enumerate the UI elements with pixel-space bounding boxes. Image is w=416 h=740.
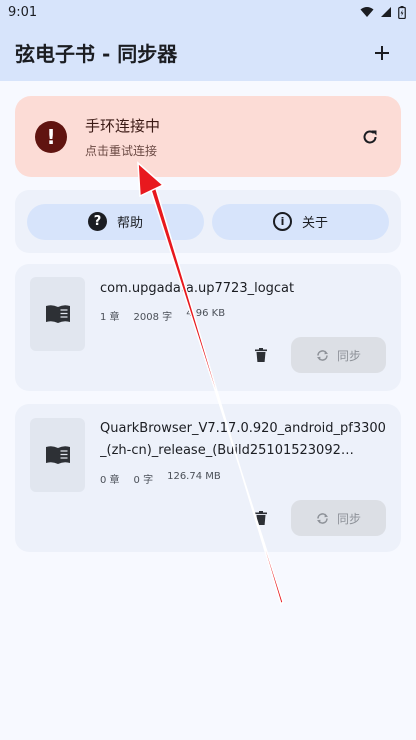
status-time: 9:01 <box>8 4 38 20</box>
delete-button[interactable] <box>250 507 272 529</box>
trash-icon <box>255 511 267 525</box>
book-title: QuarkBrowser_V7.17.0.920_android_pf3300_… <box>100 421 386 458</box>
book-meta: 0 章 0 字 126.74 MB <box>100 471 221 486</box>
book-thumbnail <box>30 277 85 351</box>
help-label: 帮助 <box>116 216 143 231</box>
sync-label: 同步 <box>336 511 361 526</box>
battery-icon <box>398 5 406 19</box>
sync-icon <box>316 349 328 361</box>
book-chapters: 0 章 <box>100 475 120 486</box>
delete-button[interactable] <box>250 344 272 366</box>
book-meta: 1 章 2008 字 4.96 KB <box>100 308 225 323</box>
trash-icon <box>255 348 267 362</box>
refresh-icon <box>363 130 377 143</box>
book-card[interactable]: com.upgadata.up7723_logcat 1 章 2008 字 4.… <box>15 264 401 391</box>
book-card[interactable]: QuarkBrowser_V7.17.0.920_android_pf3300_… <box>15 404 401 552</box>
sync-button[interactable]: 同步 <box>291 337 386 373</box>
book-chars: 2008 字 <box>133 312 173 323</box>
actions-panel: ? 帮助 i 关于 <box>15 190 401 253</box>
sync-button[interactable]: 同步 <box>291 500 386 536</box>
about-label: 关于 <box>301 216 328 231</box>
status-bar: 9:01 <box>0 0 416 24</box>
book-size: 4.96 KB <box>186 308 226 319</box>
add-button[interactable] <box>366 37 398 69</box>
status-icons <box>360 5 406 19</box>
wifi-icon <box>360 7 374 17</box>
plus-icon <box>375 45 389 60</box>
book-title: com.upgadata.up7723_logcat <box>100 281 295 296</box>
book-thumbnail <box>30 418 85 492</box>
book-size: 126.74 MB <box>167 471 221 482</box>
sync-icon <box>316 512 328 524</box>
alert-subtitle: 点击重试连接 <box>85 143 158 158</box>
book-icon <box>45 305 70 323</box>
help-button[interactable]: ? 帮助 <box>27 203 204 240</box>
signal-icon <box>381 7 391 17</box>
alert-title: 手环连接中 <box>85 116 161 135</box>
info-icon: i <box>272 212 292 231</box>
sync-label: 同步 <box>336 348 361 363</box>
error-icon: ! <box>35 120 67 153</box>
refresh-button[interactable] <box>355 122 385 152</box>
alert-texts: 手环连接中 点击重试连接 <box>85 115 355 159</box>
book-chars: 0 字 <box>133 475 154 486</box>
page-title: 弦电子书 - 同步器 <box>15 42 178 66</box>
book-chapters: 1 章 <box>100 312 120 323</box>
app-bar: 弦电子书 - 同步器 <box>0 24 416 81</box>
connection-alert-card[interactable]: ! 手环连接中 点击重试连接 <box>15 96 401 177</box>
about-button[interactable]: i 关于 <box>212 203 389 240</box>
help-icon: ? <box>87 212 107 231</box>
book-icon <box>45 446 70 464</box>
